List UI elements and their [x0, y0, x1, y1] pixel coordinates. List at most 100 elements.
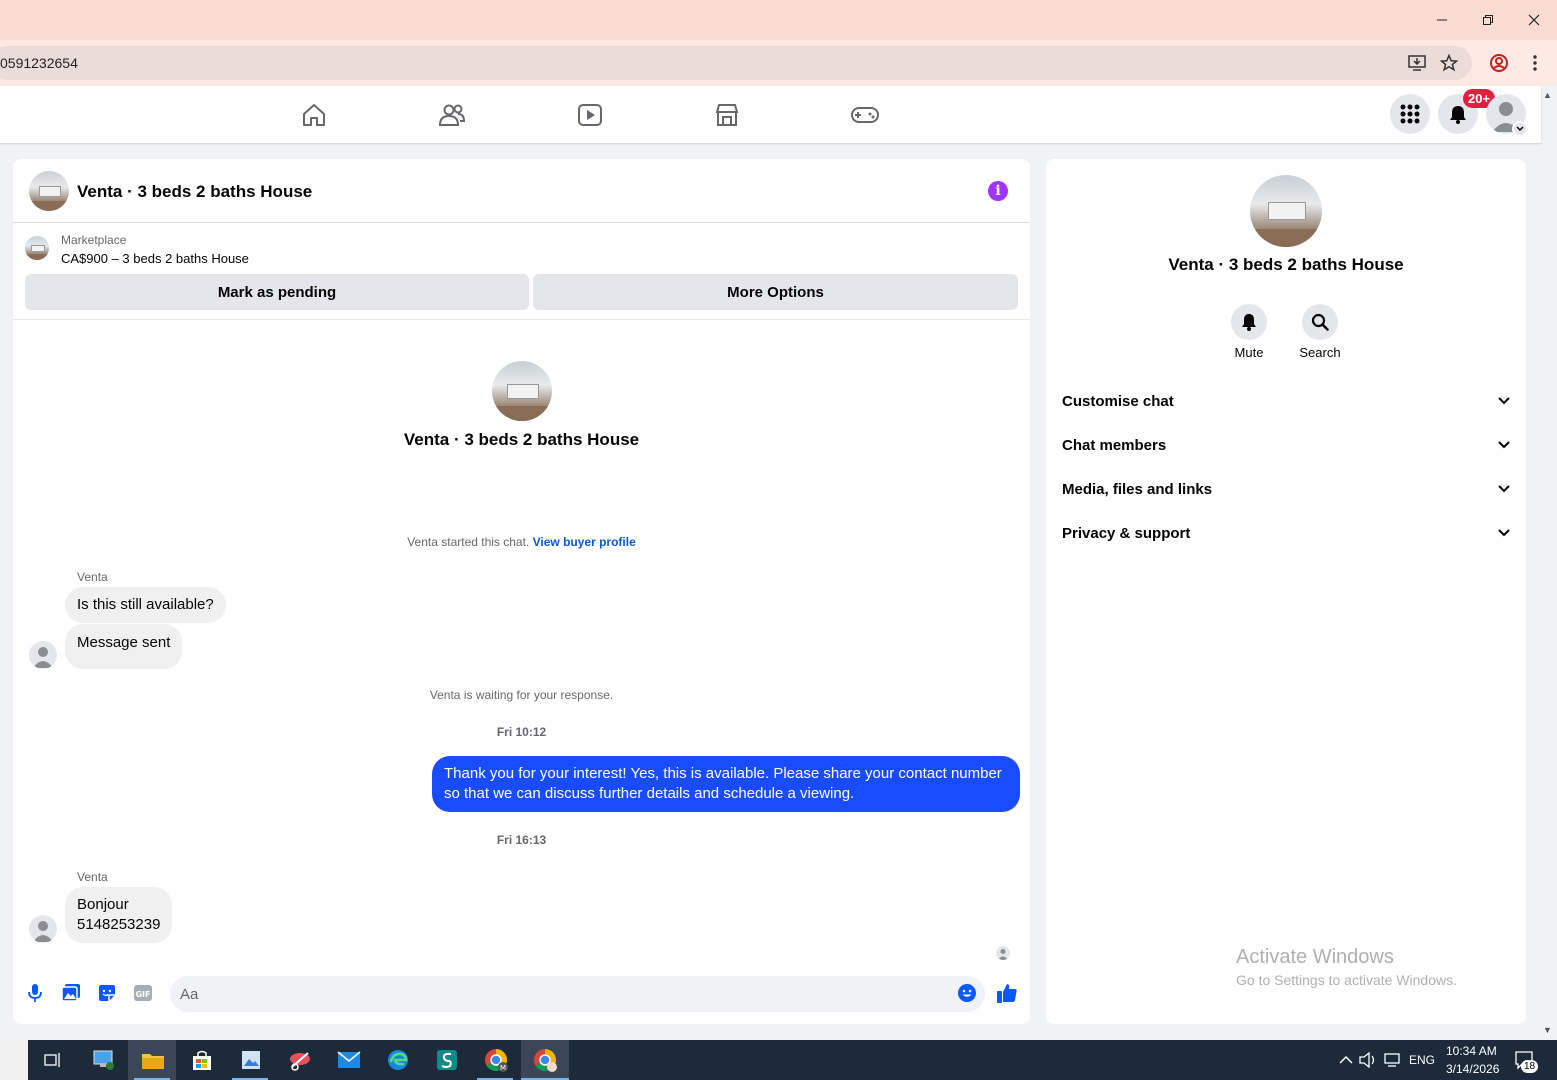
home-icon[interactable] [294, 98, 334, 132]
chrome-profile-m-icon[interactable]: M [482, 1046, 510, 1074]
snipping-tool-icon[interactable] [286, 1046, 314, 1074]
message-line: 5148253239 [77, 916, 161, 933]
activate-windows-title: Activate Windows [1236, 946, 1394, 968]
row-label: Privacy & support [1062, 524, 1191, 542]
timestamp: Fri 10:12 [496, 725, 547, 739]
emoji-icon[interactable] [956, 982, 978, 1004]
browser-menu-icon[interactable] [1523, 51, 1547, 75]
clock-time[interactable]: 10:34 AM [1446, 1044, 1497, 1058]
sticker-icon[interactable] [96, 982, 118, 1004]
more-options-button[interactable]: More Options [533, 274, 1018, 310]
photo-icon[interactable] [60, 982, 82, 1004]
message-line: Bonjour [77, 896, 129, 913]
view-buyer-profile-link[interactable]: View buyer profile [533, 535, 636, 549]
profile-avatar[interactable] [1250, 175, 1322, 247]
mute-label: Mute [1234, 345, 1264, 360]
chat-header: Venta · 3 beds 2 baths House i [13, 159, 1030, 223]
facebook-top-nav [0, 86, 1541, 143]
message-bubble[interactable]: Bonjour 5148253239 [65, 887, 173, 943]
gaming-icon[interactable] [845, 98, 885, 132]
message-composer: GIF [13, 969, 1030, 1019]
watch-icon[interactable] [570, 98, 610, 132]
microphone-icon[interactable] [24, 982, 46, 1004]
windows-taskbar: M ENG 10:34 AM 3/14/2026 18 [0, 1040, 1557, 1080]
search-label: Search [1299, 345, 1341, 360]
gif-icon[interactable]: GIF [132, 982, 154, 1004]
address-bar: 0591232654 [0, 40, 1557, 86]
marketplace-label: Marketplace [61, 233, 127, 247]
chat-avatar[interactable] [29, 171, 69, 211]
message-input[interactable] [170, 976, 985, 1012]
account-chevron-down-icon[interactable] [1512, 121, 1528, 137]
like-thumbs-up-icon[interactable] [996, 982, 1018, 1004]
search-button[interactable]: Search [1290, 304, 1350, 360]
listing-thumbnail[interactable] [25, 236, 49, 260]
sender-name: Venta [77, 570, 108, 584]
store-icon[interactable] [188, 1046, 216, 1074]
media-files-links-row[interactable]: Media, files and links [1062, 467, 1510, 511]
seen-receipt-avatar [996, 946, 1010, 960]
sender-avatar[interactable] [29, 641, 57, 669]
menu-grid-icon[interactable] [1390, 94, 1430, 134]
waiting-text: Venta is waiting for your response. [429, 688, 614, 702]
outgoing-message-bubble[interactable]: Thank you for your interest! Yes, this i… [432, 756, 1020, 812]
task-view-icon[interactable] [39, 1046, 67, 1074]
conversation-name: Venta · 3 beds 2 baths House [403, 430, 640, 449]
restore-icon[interactable] [1476, 8, 1500, 32]
sender-avatar[interactable] [29, 915, 57, 943]
bookmark-star-icon[interactable] [1437, 51, 1461, 75]
svg-text:M: M [500, 1064, 506, 1072]
timestamp: Fri 16:13 [496, 833, 547, 847]
scroll-down-arrow-icon[interactable]: ▼ [1543, 1025, 1552, 1035]
message-bubble[interactable]: Message sent [65, 624, 183, 669]
friends-icon[interactable] [432, 98, 472, 132]
volume-icon[interactable] [1354, 1046, 1382, 1074]
clock-date[interactable]: 3/14/2026 [1446, 1062, 1499, 1076]
row-label: Customise chat [1062, 392, 1174, 410]
install-app-icon[interactable] [1405, 51, 1429, 75]
scroll-up-arrow-icon[interactable]: ▲ [1543, 90, 1552, 100]
language-indicator[interactable]: ENG [1409, 1053, 1435, 1067]
chat-members-row[interactable]: Chat members [1062, 423, 1510, 467]
network-icon[interactable] [1379, 1046, 1407, 1074]
message-bubble[interactable]: Is this still available? [65, 587, 226, 623]
chat-title[interactable]: Venta · 3 beds 2 baths House [77, 182, 312, 202]
profile-name[interactable]: Venta · 3 beds 2 baths House [1046, 255, 1526, 275]
edge-icon[interactable] [384, 1046, 412, 1074]
chevron-down-icon [1498, 441, 1510, 449]
chat-started-text: Venta started this chat. View buyer prof… [13, 535, 1030, 549]
sender-name: Venta [77, 870, 108, 884]
row-label: Chat members [1062, 436, 1167, 454]
search-icon [1302, 304, 1338, 340]
sway-icon[interactable] [433, 1046, 461, 1074]
conversation-avatar[interactable] [492, 361, 552, 421]
mark-as-pending-button[interactable]: Mark as pending [25, 274, 529, 310]
image-viewer-icon[interactable] [237, 1046, 265, 1074]
info-icon[interactable]: i [988, 181, 1008, 201]
mail-icon[interactable] [335, 1046, 363, 1074]
mute-button[interactable]: Mute [1219, 304, 1279, 360]
chevron-down-icon [1498, 397, 1510, 405]
customise-chat-row[interactable]: Customise chat [1062, 379, 1510, 423]
browser-titlebar [0, 0, 1557, 40]
chrome-profile-icon[interactable] [531, 1046, 559, 1074]
minimize-icon[interactable] [1430, 8, 1454, 32]
listing-title[interactable]: CA$900 – 3 beds 2 baths House [61, 251, 249, 266]
remote-desktop-icon[interactable] [90, 1046, 118, 1074]
chevron-down-icon [1498, 529, 1510, 537]
activate-windows-subtitle: Go to Settings to activate Windows. [1236, 972, 1457, 988]
action-center-badge: 18 [1521, 1060, 1539, 1073]
file-explorer-icon[interactable] [139, 1046, 167, 1074]
omnibox[interactable]: 0591232654 [0, 46, 1472, 80]
svg-text:GIF: GIF [135, 990, 150, 999]
url-text[interactable]: 0591232654 [0, 55, 78, 71]
taskbar-search-box[interactable] [0, 1040, 28, 1080]
profile-icon[interactable] [1487, 51, 1511, 75]
divider [13, 319, 1030, 320]
privacy-support-row[interactable]: Privacy & support [1062, 511, 1510, 555]
row-label: Media, files and links [1062, 480, 1213, 498]
chat-panel: Venta · 3 beds 2 baths House i Marketpla… [13, 159, 1030, 1024]
chat-info-panel: Venta · 3 beds 2 baths House Mute Search… [1046, 159, 1526, 1024]
close-icon[interactable] [1522, 8, 1546, 32]
marketplace-icon[interactable] [707, 98, 747, 132]
